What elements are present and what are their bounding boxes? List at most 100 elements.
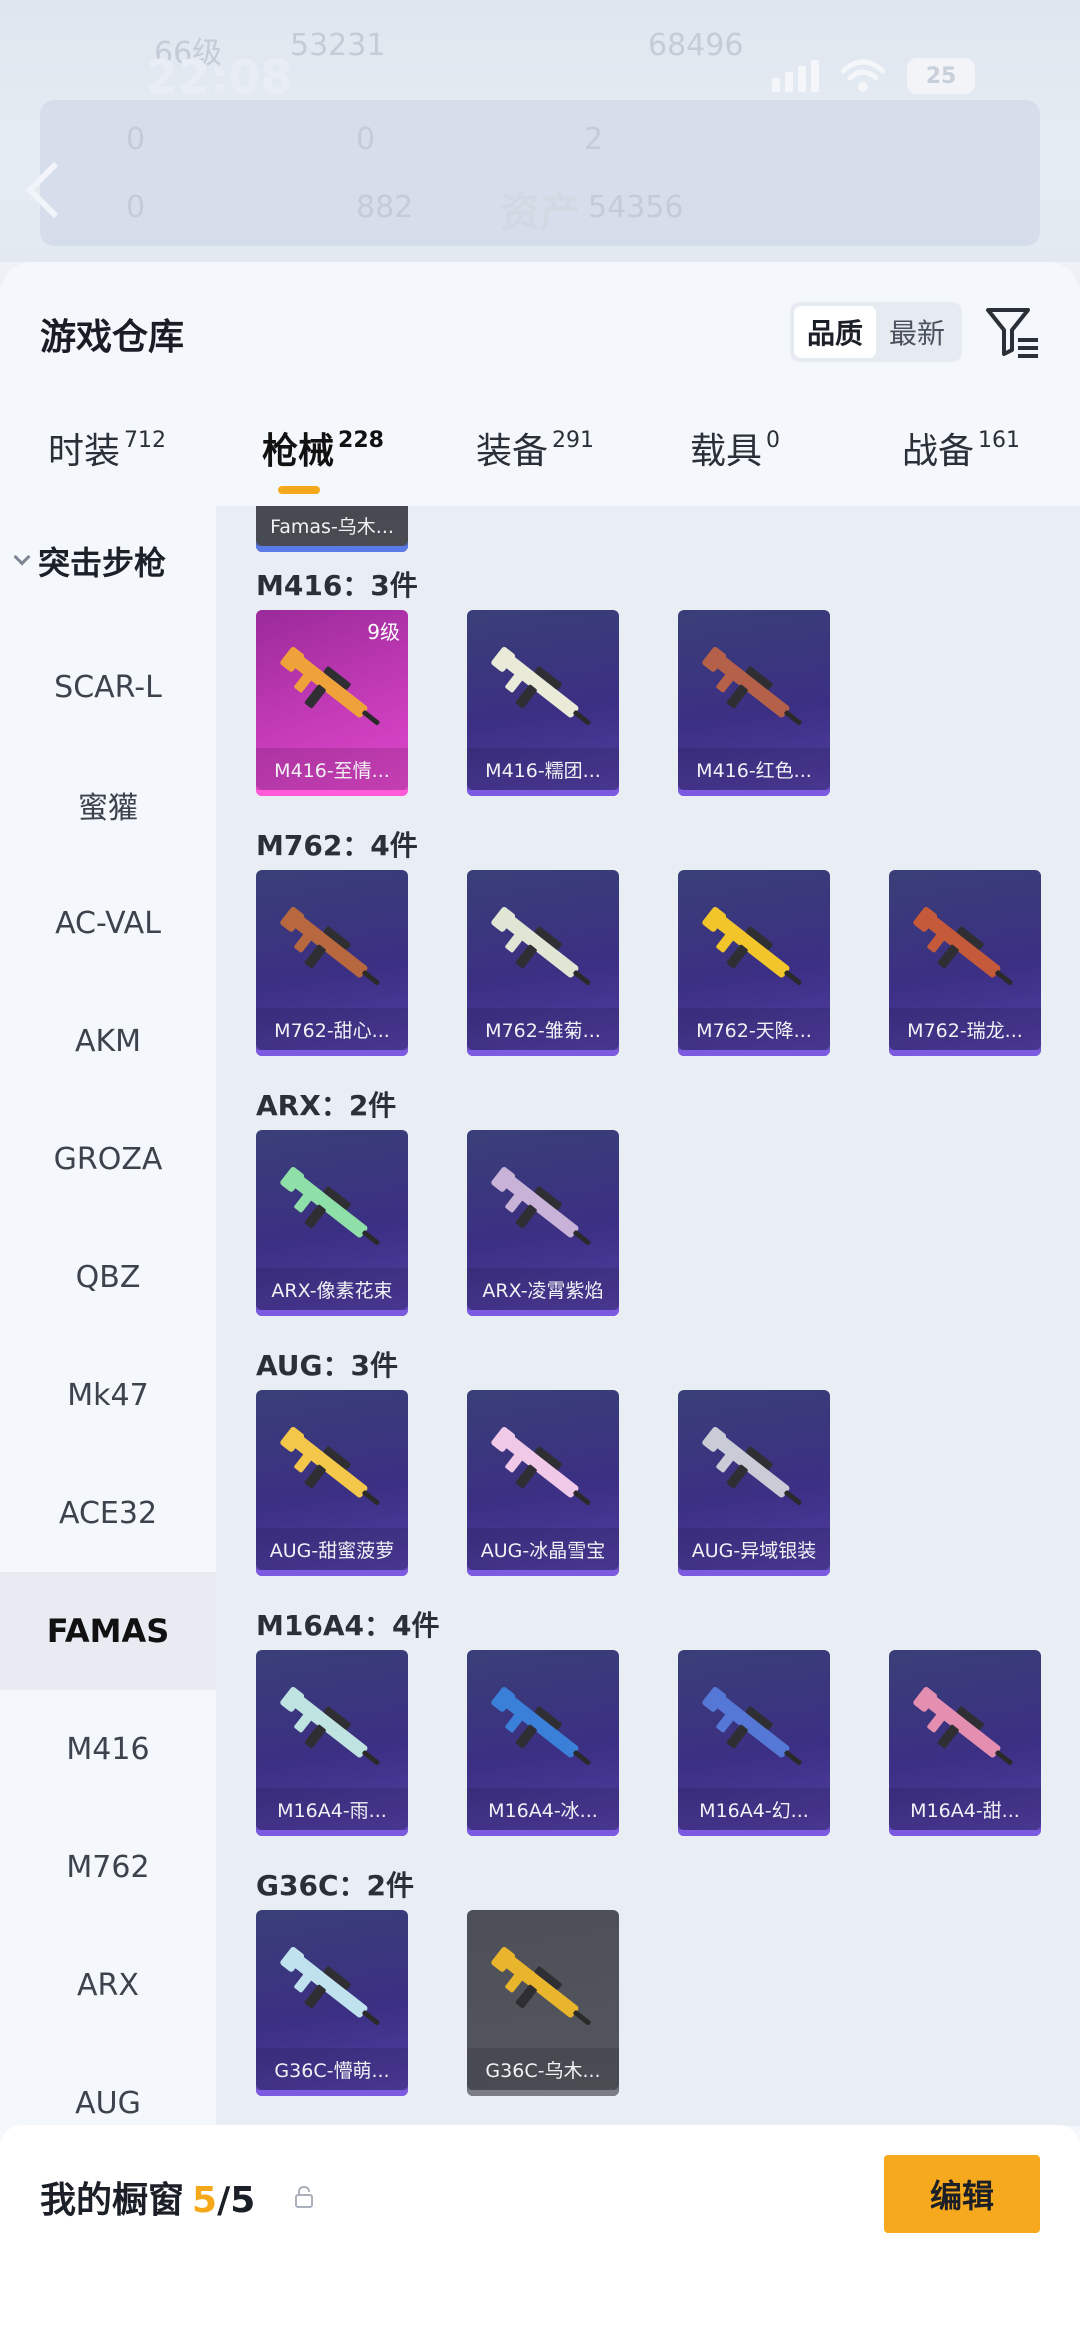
rifle-icon: [280, 907, 380, 986]
tab-supplies[interactable]: 战备 161: [902, 422, 1020, 474]
tab-vehicles[interactable]: 载具 0: [690, 422, 780, 474]
weapon-skin-card[interactable]: G36C-乌木...: [467, 1910, 619, 2096]
skin-name: AUG-冰晶雪宝: [467, 1528, 619, 1570]
sidebar-item-m416[interactable]: M416: [0, 1690, 216, 1808]
showcase-bar: 我的橱窗 5/5 编辑: [0, 2125, 1080, 2347]
background-coins-left: 53231: [290, 28, 386, 63]
status-icons: 25: [772, 58, 975, 94]
rifle-icon: [702, 647, 802, 726]
skin-name: ARX-凌霄紫焰: [467, 1268, 619, 1310]
background-stat-2: 0: [356, 122, 376, 157]
showcase-title: 我的橱窗: [40, 2180, 185, 2221]
weapon-skin-card[interactable]: AUG-冰晶雪宝: [467, 1390, 619, 1576]
skin-level-badge: 9级: [367, 620, 400, 644]
weapon-skin-card[interactable]: M416-糯团...: [467, 610, 619, 796]
filter-icon[interactable]: [982, 302, 1042, 362]
skin-name: M762-瑞龙...: [889, 1008, 1041, 1050]
weapon-skin-card[interactable]: ARX-像素花束: [256, 1130, 408, 1316]
sidebar-item-arx[interactable]: ARX: [0, 1926, 216, 2044]
showcase-title-row: 我的橱窗 5/5: [40, 2171, 255, 2223]
tab-firearms[interactable]: 枪械 228: [262, 422, 384, 474]
battery-icon: 25: [907, 58, 975, 94]
skin-name: ARX-像素花束: [256, 1268, 408, 1310]
weapon-skin-card[interactable]: 9级 M416-至情...: [256, 610, 408, 796]
weapon-skin-card[interactable]: M762-瑞龙...: [889, 870, 1041, 1056]
sidebar-section-assault-rifles[interactable]: 突击步枪: [13, 506, 166, 616]
skin-name: M16A4-冰...: [467, 1788, 619, 1830]
tab-equipment[interactable]: 装备 291: [476, 422, 594, 474]
skin-name: M762-雏菊...: [467, 1008, 619, 1050]
sidebar-item-ac-val[interactable]: AC-VAL: [0, 864, 216, 982]
weapon-skin-card[interactable]: M16A4-甜...: [889, 1650, 1041, 1836]
skin-name: G36C-懵萌...: [256, 2048, 408, 2090]
weapon-group-title: AUG：3件: [256, 1349, 399, 1382]
rifle-icon: [491, 1687, 591, 1766]
background-stat-5: 882: [356, 190, 414, 225]
rifle-icon: [280, 1947, 380, 2026]
weapon-skin-card[interactable]: M16A4-冰...: [467, 1650, 619, 1836]
wifi-icon: [841, 59, 885, 92]
chevron-down-icon: [13, 548, 31, 566]
skin-name: M416-至情...: [256, 748, 408, 790]
rifle-icon: [280, 1167, 380, 1246]
sidebar-item-mk47[interactable]: Mk47: [0, 1336, 216, 1454]
weapon-skin-card[interactable]: AUG-异域银装: [678, 1390, 830, 1576]
showcase-count-current: 5: [192, 2180, 218, 2221]
rifle-icon: [491, 647, 591, 726]
weapon-group-title: M416：3件: [256, 569, 418, 602]
skin-name: AUG-甜蜜菠萝: [256, 1528, 408, 1570]
weapon-skin-card[interactable]: M16A4-雨...: [256, 1650, 408, 1836]
skin-name: M16A4-幻...: [678, 1788, 830, 1830]
skin-name: G36C-乌木...: [467, 2048, 619, 2090]
sort-newest-button[interactable]: 最新: [876, 306, 958, 358]
weapon-group-title: ARX：2件: [256, 1089, 397, 1122]
weapon-skin-card[interactable]: Famas-乌木...: [256, 506, 408, 552]
showcase-count-total: /5: [217, 2180, 256, 2221]
rifle-icon: [491, 1167, 591, 1246]
sidebar-item-groza[interactable]: GROZA: [0, 1100, 216, 1218]
sidebar-item-ace32[interactable]: ACE32: [0, 1454, 216, 1572]
skin-name: M16A4-甜...: [889, 1788, 1041, 1830]
background-assets-value: 54356: [588, 190, 684, 225]
sidebar-item-m762[interactable]: M762: [0, 1808, 216, 1926]
sidebar-item-honey-badger[interactable]: 蜜獾: [0, 746, 216, 864]
weapon-skin-card[interactable]: M16A4-幻...: [678, 1650, 830, 1836]
skin-name: M16A4-雨...: [256, 1788, 408, 1830]
background-assets-label: 资产: [500, 190, 580, 236]
sidebar-item-famas[interactable]: FAMAS: [0, 1572, 216, 1690]
category-tabs: 时装 712 枪械 228 装备 291 载具 0 战备 161: [0, 412, 1080, 512]
rifle-icon: [702, 1427, 802, 1506]
weapon-skin-card[interactable]: G36C-懵萌...: [256, 1910, 408, 2096]
sidebar-item-qbz[interactable]: QBZ: [0, 1218, 216, 1336]
active-tab-indicator: [278, 486, 320, 494]
status-time: 22:08: [146, 50, 293, 104]
rifle-icon: [913, 1687, 1013, 1766]
rifle-icon: [280, 647, 380, 726]
weapon-skin-card[interactable]: M762-天降...: [678, 870, 830, 1056]
skin-name: Famas-乌木...: [256, 506, 408, 546]
sort-toggle[interactable]: 品质 最新: [790, 302, 962, 362]
sidebar-item-akm[interactable]: AKM: [0, 982, 216, 1100]
skin-name: M762-天降...: [678, 1008, 830, 1050]
weapon-group-title: M16A4：4件: [256, 1609, 440, 1642]
edit-button[interactable]: 编辑: [884, 2155, 1040, 2233]
weapon-skin-list: Famas-乌木... M416：3件 9级 M416-至情... M416-糯团..…: [216, 506, 1080, 2126]
rifle-icon: [280, 1687, 380, 1766]
weapon-skin-card[interactable]: M762-雏菊...: [467, 870, 619, 1056]
sort-quality-button[interactable]: 品质: [794, 306, 876, 358]
rifle-icon: [491, 907, 591, 986]
background-stat-4: 0: [126, 190, 146, 225]
warehouse-sheet: 游戏仓库 品质 最新 时装 712 枪械 228 装备 291 载具 0 战备 161 突…: [0, 262, 1080, 2347]
weapon-skin-card[interactable]: ARX-凌霄紫焰: [467, 1130, 619, 1316]
skin-name: M416-糯团...: [467, 748, 619, 790]
rifle-icon: [702, 907, 802, 986]
weapon-skin-card[interactable]: AUG-甜蜜菠萝: [256, 1390, 408, 1576]
signal-icon: [772, 60, 819, 92]
rifle-icon: [702, 1687, 802, 1766]
tab-fashion[interactable]: 时装 712: [48, 422, 166, 474]
weapon-skin-card[interactable]: M762-甜心...: [256, 870, 408, 1056]
weapon-group-title: G36C：2件: [256, 1869, 414, 1902]
weapon-skin-card[interactable]: M416-红色...: [678, 610, 830, 796]
sidebar-item-scar-l[interactable]: SCAR-L: [0, 628, 216, 746]
rifle-icon: [280, 1427, 380, 1506]
